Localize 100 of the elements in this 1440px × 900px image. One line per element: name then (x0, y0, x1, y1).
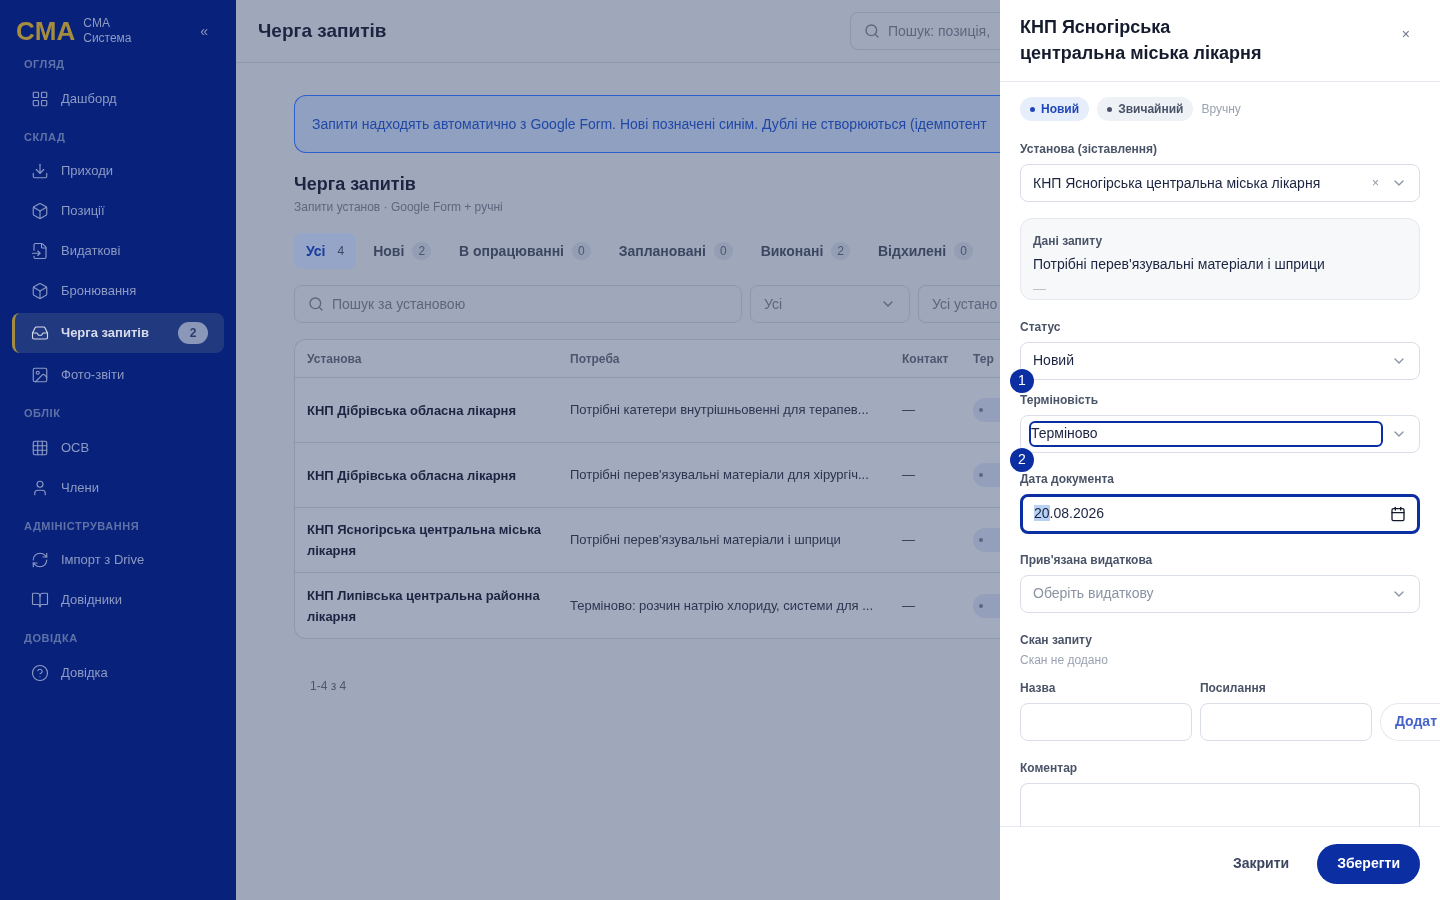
link-input[interactable] (1200, 702, 1372, 741)
filter-tab[interactable]: Виконані 2 (749, 233, 861, 269)
nav-item[interactable]: Дашборд (12, 78, 224, 119)
section-heading: ОГЛЯД (23, 57, 66, 72)
step-marker: 2 (1010, 447, 1034, 472)
tab-count: 0 (954, 242, 973, 260)
nav-label: Довідка (61, 663, 108, 682)
filter-tab[interactable]: Нові 2 (362, 233, 443, 269)
status-pill (973, 593, 1000, 618)
nav-item[interactable]: Імпорт з Drive (12, 540, 224, 580)
nav-label: Позиції (61, 202, 105, 221)
date-field[interactable]: 20.08.2026 (1020, 493, 1420, 534)
nav-item[interactable]: Бронювання (12, 271, 224, 311)
nav-item[interactable]: Позиції (12, 191, 224, 231)
section-heading: АДМІНІСТРУВАННЯ (23, 518, 141, 534)
contact-text: — (1033, 280, 1047, 298)
brand-name: CMA (83, 16, 111, 31)
search-icon (864, 23, 880, 39)
inbox-icon (31, 324, 49, 342)
status-pill (973, 463, 1000, 487)
user-icon (31, 478, 49, 497)
filter-tab[interactable]: Усі 4 (294, 233, 357, 269)
nav-item[interactable]: Видаткові (12, 231, 224, 271)
close-button[interactable]: × (1401, 24, 1410, 45)
table-cell-text: Потрібні перев'язувальні матеріали для хірургіч... (569, 466, 870, 485)
field-label: Терміновість (1020, 391, 1099, 409)
help-icon (31, 663, 49, 682)
filter-tab[interactable]: Заплановані 0 (607, 233, 744, 269)
nav-label: Бронювання (61, 282, 137, 301)
nav-label: Імпорт з Drive (61, 551, 145, 570)
table-row[interactable]: КНП Дібрівська обласна лікарня Потрібні перев'язувальні матеріали для хірургіч... — (295, 443, 1000, 508)
image-icon (31, 366, 49, 384)
field-label: Статус (1020, 318, 1062, 336)
nav-label: ОСВ (61, 438, 90, 457)
logo: CMA (16, 18, 76, 44)
institution-select[interactable]: КНП Ясногірська центральна міська лікарня × (1020, 164, 1420, 202)
brand-subtitle: Система (83, 31, 132, 46)
nav-label: Довідники (61, 591, 122, 610)
refresh-icon (31, 551, 49, 569)
table-cell-text: — (902, 401, 916, 420)
table-cell-text: КНП Липівська центральна районна лікарня (306, 586, 541, 626)
tab-label: Виконані (760, 241, 824, 261)
nav-item[interactable]: Черга запитів 2 (12, 313, 224, 353)
tab-count: 0 (713, 242, 733, 260)
step-marker: 1 (1010, 368, 1034, 393)
field-label: Посилання (1200, 679, 1267, 697)
table-icon (31, 438, 49, 457)
close-drawer-button[interactable]: Закрити (1232, 853, 1290, 874)
page-header-title: Черга запитів (258, 18, 387, 43)
scan-note: Скан не додано (1020, 651, 1109, 669)
table-cell-text: КНП Дібрівська обласна лікарня (306, 466, 517, 485)
collapse-button[interactable]: « (200, 20, 208, 42)
table-cell-text: КНП Дібрівська обласна лікарня (306, 401, 517, 420)
tab-count: 4 (337, 243, 345, 260)
table-cell-text: Терміново: розчин натрію хлориду, системи для ... (569, 596, 875, 615)
drawer-title: КНП Ясногірська центральна міська лікарня (1020, 16, 1263, 65)
nav-item[interactable]: Фото-звіти (12, 355, 224, 395)
book-icon (31, 591, 49, 609)
status-pill (973, 398, 1000, 422)
name-input[interactable] (1020, 702, 1192, 741)
tab-label: В опрацюванні (459, 241, 564, 261)
nav-item[interactable]: ОСВ (12, 427, 224, 468)
tab-label: Нові (373, 241, 405, 261)
grid-icon (31, 89, 49, 108)
nav-item[interactable]: Приходи (12, 151, 224, 191)
request-text: Потрібні перев'язувальні матеріали і шприци (1033, 255, 1326, 274)
tab-count: 2 (412, 242, 432, 260)
search-icon (308, 296, 324, 312)
nav-item[interactable]: Члени (12, 467, 224, 508)
expense-select[interactable]: Оберіть видаткову (1020, 574, 1420, 613)
nav-label: Дашборд (61, 89, 117, 108)
nav-label: Видаткові (61, 242, 121, 261)
status-pill (973, 528, 1000, 552)
tab-label: Усі (306, 241, 326, 261)
pagination-info: 1-4 з 4 (309, 678, 348, 695)
table-row[interactable]: КНП Ясногірська центральна міська лікарня Потрібні перев'язувальні матеріали і шприци — (295, 508, 1000, 573)
download-icon (31, 162, 49, 180)
nav-label: Члени (61, 478, 99, 497)
clear-button[interactable]: × (1372, 174, 1379, 192)
count-badge: 2 (178, 322, 208, 344)
table-cell-text: — (902, 531, 916, 550)
section-subtitle: Запити установ · Google Form + ручні (294, 199, 504, 216)
save-button[interactable]: Зберегти (1317, 843, 1420, 884)
filter-tab[interactable]: В опрацюванні 0 (448, 233, 602, 269)
status-badge: Звичайний (1097, 97, 1194, 121)
cube-icon (31, 282, 49, 300)
column-header: Установа (306, 350, 363, 368)
nav-item[interactable]: Довідники (12, 580, 224, 620)
table-cell-text: КНП Ясногірська центральна міська лікарня (306, 521, 542, 560)
table-cell-text: Потрібні катетери внутрішньовенні для терапев... (569, 401, 870, 420)
table-cell-text: — (902, 466, 916, 485)
filter-tab[interactable]: Відхилені 0 (867, 233, 984, 269)
table-row[interactable]: КНП Дібрівська обласна лікарня Потрібні катетери внутрішньовенні для терапев... — (295, 378, 1000, 443)
section-title: Черга запитів (294, 173, 417, 196)
column-header: Контакт (902, 350, 950, 368)
urgency-select[interactable]: Терміново (1020, 414, 1420, 453)
tab-count: 2 (831, 242, 850, 260)
table-row[interactable]: КНП Липівська центральна районна лікарня Терміново: розчин натрію хлориду, системи для ... — (295, 573, 1000, 638)
info-banner: Запити надходять автоматично з Google Form. Нові позначені синім. Дублі не створюються (ідемпотент (294, 95, 1000, 153)
nav-item[interactable]: Довідка (12, 652, 224, 693)
